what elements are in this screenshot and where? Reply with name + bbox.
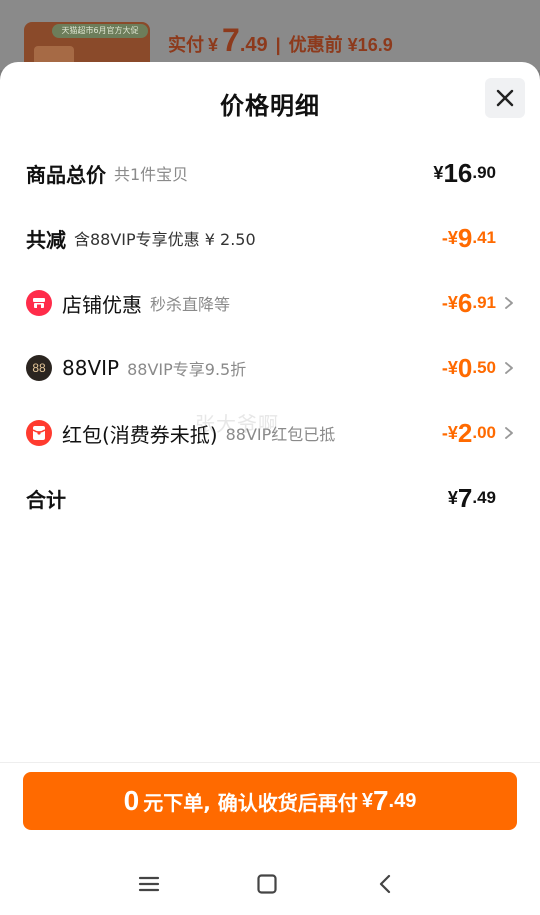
row-total: 商品总价 共1件宝贝 ¥ 16 .90 (26, 153, 516, 193)
total-currency: ¥ (433, 162, 444, 183)
vip-dec: .50 (472, 358, 496, 377)
reduction-amount: -¥ 9 .41 (442, 218, 516, 258)
cta-zero: 0 (123, 785, 140, 816)
red-packet-prefix: -¥ (441, 422, 458, 443)
reduction-int: 9 (457, 222, 473, 253)
red-packet-int: 2 (457, 417, 473, 448)
sum-int: 7 (457, 482, 473, 513)
cta-text: 元下单, 确认收货后再付 (143, 790, 358, 815)
vip-amount: -¥ 0 .50 (442, 348, 516, 388)
total-amount: ¥ 16 .90 (433, 153, 516, 193)
original-price: 优惠前 ¥16.9 (288, 35, 393, 55)
store-sub: 秒杀直降等 (150, 295, 231, 314)
reduction-sub: 含88VIP专享优惠 ¥ 2.50 (74, 230, 256, 249)
sum-label: 合计 (26, 487, 66, 512)
vip-label: 88VIP (62, 356, 120, 380)
background-price: 实付 ¥ 7 .49 | 优惠前 ¥16.9 (168, 22, 393, 59)
chevron-right-icon (502, 358, 516, 378)
vip-prefix: -¥ (441, 357, 458, 378)
actual-pay-currency: ¥ (208, 35, 219, 55)
system-nav-bar (0, 852, 540, 915)
screen: 天猫超市6月官方大促 实付 ¥ 7 .49 | 优惠前 ¥16.9 价格明细 商… (0, 0, 540, 915)
cta-int: 7 (372, 785, 389, 816)
total-int: 16 (443, 157, 473, 188)
vip-sub: 88VIP专享9.5折 (127, 360, 247, 379)
store-icon (26, 290, 52, 316)
total-sub: 共1件宝贝 (114, 165, 189, 184)
reduction-prefix: -¥ (441, 227, 458, 248)
row-store-discount[interactable]: 店铺优惠 秒杀直降等 -¥ 6 .91 (26, 283, 516, 323)
home-button[interactable] (249, 866, 285, 902)
chevron-right-icon (502, 423, 516, 443)
sum-dec: .49 (472, 488, 496, 507)
actual-pay-label: 实付 (168, 35, 204, 55)
divider (0, 762, 540, 763)
red-packet-dec: .00 (472, 423, 496, 442)
reduction-label: 共减 (26, 227, 66, 252)
chevron-right-icon (502, 293, 516, 313)
actual-pay-int: 7 (222, 22, 240, 58)
vip-icon: 88 (26, 355, 52, 381)
red-packet-amount: -¥ 2 .00 (442, 413, 516, 453)
total-dec: .90 (472, 163, 496, 182)
row-88vip[interactable]: 88 88VIP 88VIP专享9.5折 -¥ 0 .50 (26, 348, 516, 388)
watermark: 张大爷啊 (195, 412, 279, 436)
menu-button[interactable] (131, 866, 167, 902)
menu-icon (138, 876, 160, 892)
back-icon (379, 874, 391, 894)
sum-amount: ¥ 7 .49 (448, 478, 516, 518)
vip-int: 0 (457, 352, 473, 383)
price-detail-sheet: 价格明细 商品总价 共1件宝贝 ¥ 16 .90 共减 含88VIP专享优惠 ¥… (0, 62, 540, 915)
store-label: 店铺优惠 (62, 292, 142, 317)
store-dec: .91 (472, 293, 496, 312)
red-packet-icon (26, 420, 52, 446)
thumbnail-tag: 天猫超市6月官方大促 (52, 24, 148, 38)
row-sum: 合计 ¥ 7 .49 (26, 478, 516, 518)
store-int: 6 (457, 287, 473, 318)
close-icon (496, 89, 514, 107)
store-amount: -¥ 6 .91 (442, 283, 516, 323)
sheet-title: 价格明细 (220, 92, 320, 120)
reduction-dec: .41 (472, 228, 496, 247)
store-prefix: -¥ (441, 292, 458, 313)
back-button[interactable] (367, 866, 403, 902)
total-label: 商品总价 (26, 162, 106, 187)
background-header: 天猫超市6月官方大促 实付 ¥ 7 .49 | 优惠前 ¥16.9 (0, 0, 540, 78)
actual-pay-dec: .49 (239, 34, 268, 56)
home-icon (257, 874, 277, 894)
cta-dec: .49 (388, 789, 417, 812)
close-button[interactable] (485, 78, 525, 118)
row-reduction: 共减 含88VIP专享优惠 ¥ 2.50 -¥ 9 .41 (26, 218, 516, 258)
price-separator: | (275, 35, 281, 55)
sum-currency: ¥ (447, 487, 458, 508)
place-order-button[interactable]: 0 元下单, 确认收货后再付 ¥ 7 .49 (23, 772, 517, 830)
cta-currency: ¥ (361, 789, 373, 812)
